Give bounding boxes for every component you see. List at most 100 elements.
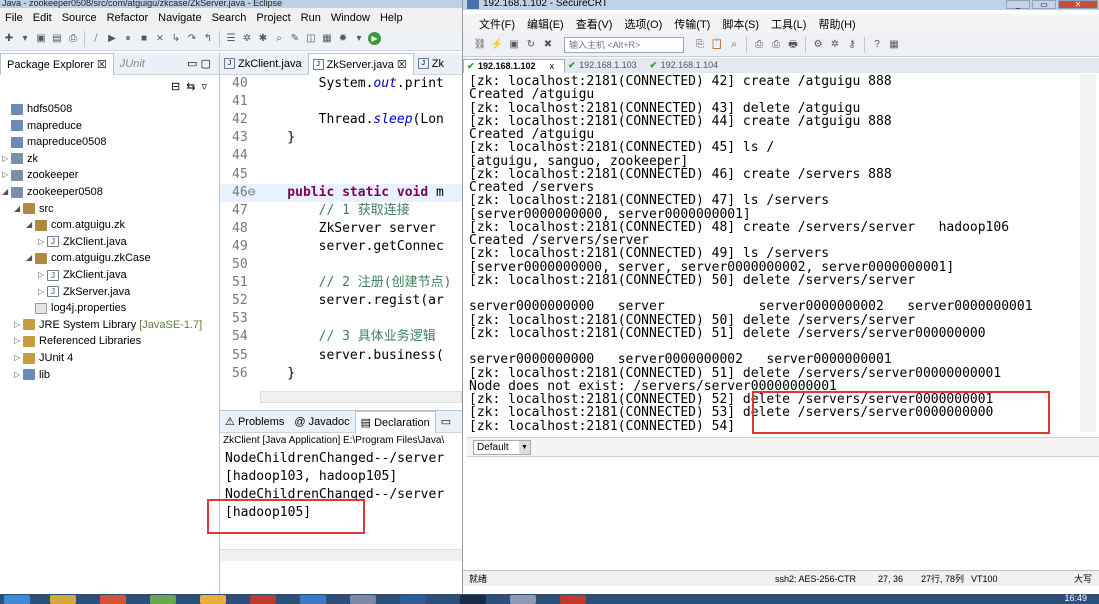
- tree-item[interactable]: hdfs0508: [2, 101, 72, 117]
- taskbar-app[interactable]: [300, 595, 326, 604]
- tree-item[interactable]: ▷ lib: [14, 367, 50, 383]
- coverage-icon[interactable]: ✲: [240, 32, 254, 46]
- session-tab-104[interactable]: ✔ 192.168.1.104: [647, 59, 729, 73]
- skip-breakpoints-icon[interactable]: ⧸: [89, 32, 103, 46]
- collapse-all-icon[interactable]: ⊟: [171, 80, 180, 93]
- menu-navigate[interactable]: Navigate: [153, 12, 206, 24]
- tab-zk-more[interactable]: J Zk: [414, 53, 450, 75]
- tree-item[interactable]: ▷ JRE System Library [JavaSE-1.7]: [14, 317, 202, 333]
- view-menu-icon[interactable]: ▿: [201, 80, 207, 93]
- horizontal-scrollbar[interactable]: [260, 391, 462, 403]
- expand-toggle-icon[interactable]: ▷: [14, 350, 23, 366]
- tab-declaration[interactable]: ▤ Declaration: [354, 410, 436, 433]
- expand-toggle-icon[interactable]: ▷: [2, 167, 11, 183]
- menu-script[interactable]: 脚本(S): [716, 16, 765, 32]
- print-icon[interactable]: ⎙: [752, 38, 766, 52]
- map-icon[interactable]: ▦: [887, 38, 901, 52]
- gear-icon[interactable]: ✹: [336, 32, 350, 46]
- debug-icon[interactable]: ✱: [256, 32, 270, 46]
- disconnect-icon[interactable]: ⨯: [153, 32, 167, 46]
- minimize-button[interactable]: _: [1006, 0, 1030, 9]
- menu-edit[interactable]: 编辑(E): [521, 16, 570, 32]
- disconnect-icon[interactable]: ✖: [541, 38, 555, 52]
- global-options-icon[interactable]: ✲: [828, 38, 842, 52]
- tree-item[interactable]: ▷ J ZkClient.java: [38, 234, 127, 250]
- menu-refactor[interactable]: Refactor: [102, 12, 154, 24]
- terminate-icon[interactable]: ■: [137, 32, 151, 46]
- menu-window[interactable]: Window: [326, 12, 375, 24]
- tab-junit[interactable]: JUnit: [114, 53, 151, 75]
- pin-icon[interactable]: ✎: [288, 32, 302, 46]
- close-icon[interactable]: ☒: [397, 59, 407, 71]
- tab-zkserver-java[interactable]: J ZkServer.java ☒: [307, 52, 414, 75]
- tree-item[interactable]: log4j.properties: [26, 300, 126, 316]
- search-icon[interactable]: ⌕: [272, 32, 286, 46]
- expand-toggle-icon[interactable]: ◢: [26, 217, 35, 233]
- expand-toggle-icon[interactable]: ▷: [38, 284, 47, 300]
- taskbar-app-browser[interactable]: [100, 595, 126, 604]
- connect-tab-icon[interactable]: ▣: [507, 38, 521, 52]
- close-button[interactable]: ✕: [1058, 0, 1098, 9]
- tree-item[interactable]: ▷ J ZkServer.java: [38, 284, 130, 300]
- run-icon[interactable]: ▶: [368, 32, 381, 45]
- menu-project[interactable]: Project: [251, 12, 295, 24]
- close-icon[interactable]: x: [550, 61, 555, 71]
- tree-item[interactable]: ▷ zookeeper: [2, 167, 78, 183]
- tree-item[interactable]: ◢ src: [14, 201, 54, 217]
- paste-icon[interactable]: 📋: [710, 38, 724, 52]
- new-dropdown-icon[interactable]: ▾: [18, 32, 32, 46]
- menu-file[interactable]: File: [0, 12, 28, 24]
- print-selection-icon[interactable]: ⎙: [769, 38, 783, 52]
- session-options-icon[interactable]: ⚙: [811, 38, 825, 52]
- menu-help[interactable]: 帮助(H): [812, 16, 861, 32]
- host-input[interactable]: [564, 36, 684, 53]
- tab-javadoc[interactable]: @ Javadoc: [289, 411, 354, 433]
- terminal-scrollbar[interactable]: [1080, 74, 1096, 432]
- tree-item[interactable]: ▷ J ZkClient.java: [38, 267, 127, 283]
- taskbar-app[interactable]: [150, 595, 176, 604]
- quick-connect-icon[interactable]: ⚡: [490, 38, 504, 52]
- step-return-icon[interactable]: ↰: [201, 32, 215, 46]
- find-icon[interactable]: ⌕: [727, 38, 741, 52]
- menu-source[interactable]: Source: [57, 12, 102, 24]
- tree-item[interactable]: mapreduce: [2, 118, 82, 134]
- menu-help[interactable]: Help: [375, 12, 408, 24]
- chevron-down-icon[interactable]: ▾: [352, 32, 366, 46]
- menu-file[interactable]: 文件(F): [473, 16, 521, 32]
- tree-item[interactable]: ▷ Referenced Libraries: [14, 333, 141, 349]
- tree-item[interactable]: ◢ zookeeper0508: [2, 184, 103, 200]
- connect-icon[interactable]: ⛓: [473, 38, 487, 52]
- session-select[interactable]: Default ▼: [473, 440, 531, 455]
- expand-toggle-icon[interactable]: ▷: [38, 267, 47, 283]
- key-icon[interactable]: ⚷: [845, 38, 859, 52]
- mark-icon[interactable]: ▦: [320, 32, 334, 46]
- console-scrollbar[interactable]: [220, 549, 462, 561]
- menu-tools[interactable]: 工具(L): [765, 16, 812, 32]
- save-all-icon[interactable]: ▤: [50, 32, 64, 46]
- expand-toggle-icon[interactable]: ◢: [26, 250, 35, 266]
- start-button[interactable]: [4, 595, 30, 604]
- printer-icon[interactable]: 🖶: [786, 38, 800, 52]
- copy-icon[interactable]: ⎘: [693, 38, 707, 52]
- session-tab-103[interactable]: ✔ 192.168.1.103: [565, 59, 647, 73]
- minimize-icon[interactable]: ▭ ▢: [187, 57, 219, 70]
- menu-run[interactable]: Run: [296, 12, 326, 24]
- expand-toggle-icon[interactable]: ▷: [14, 317, 23, 333]
- expand-toggle-icon[interactable]: ▷: [38, 234, 47, 250]
- suspend-icon[interactable]: ⏸: [121, 32, 135, 46]
- expand-toggle-icon[interactable]: ◢: [14, 201, 23, 217]
- menu-view[interactable]: 查看(V): [570, 16, 619, 32]
- print-icon[interactable]: ⎙: [66, 32, 80, 46]
- taskbar-app-explorer[interactable]: [50, 595, 76, 604]
- help-icon[interactable]: ?: [870, 38, 884, 52]
- reconnect-icon[interactable]: ↻: [524, 38, 538, 52]
- session-tab-102[interactable]: ✔ 192.168.1.102 x: [463, 59, 566, 73]
- open-type-icon[interactable]: ☰: [224, 32, 238, 46]
- tree-item[interactable]: ◢ com.atguigu.zkCase: [26, 250, 151, 266]
- save-icon[interactable]: ▣: [34, 32, 48, 46]
- expand-toggle-icon[interactable]: ▷: [14, 367, 23, 383]
- tab-zkclient-java[interactable]: J ZkClient.java: [220, 53, 308, 75]
- tree-item[interactable]: ▷ zk: [2, 151, 38, 167]
- taskbar-app[interactable]: [510, 595, 536, 604]
- taskbar-app[interactable]: [350, 595, 376, 604]
